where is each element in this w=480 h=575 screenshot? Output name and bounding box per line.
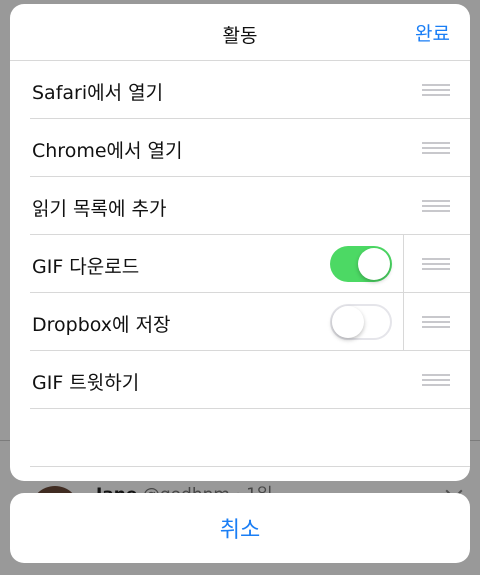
- download-gif-toggle[interactable]: [330, 246, 392, 282]
- activity-row-chrome: Chrome에서 열기: [30, 119, 470, 177]
- reorder-icon[interactable]: [422, 84, 450, 96]
- row-label: Safari에서 열기: [32, 82, 164, 104]
- reorder-icon[interactable]: [422, 200, 450, 212]
- row-label: 읽기 목록에 추가: [32, 198, 167, 220]
- row-label: Dropbox에 저장: [32, 314, 171, 336]
- reorder-icon[interactable]: [422, 142, 450, 154]
- divider: [403, 235, 404, 292]
- row-label: GIF 다운로드: [32, 256, 140, 278]
- row-label: GIF 트윗하기: [32, 372, 140, 394]
- toggle-knob: [332, 306, 364, 338]
- divider: [403, 293, 404, 350]
- reorder-icon[interactable]: [422, 316, 450, 328]
- activity-sheet: 활동 완료 Safari에서 열기 Chrome에서 열기 읽기 목록에 추가 …: [10, 4, 470, 481]
- activity-row-dropbox: Dropbox에 저장: [30, 293, 470, 351]
- row-label: Chrome에서 열기: [32, 140, 183, 162]
- activity-row-reading-list: 읽기 목록에 추가: [30, 177, 470, 235]
- toggle-knob: [358, 248, 390, 280]
- reorder-icon[interactable]: [422, 374, 450, 386]
- cancel-button[interactable]: 취소: [10, 493, 470, 563]
- empty-row: [30, 409, 470, 467]
- reorder-icon[interactable]: [422, 258, 450, 270]
- activity-row-download-gif: GIF 다운로드: [30, 235, 470, 293]
- activity-row-safari: Safari에서 열기: [30, 61, 470, 119]
- activity-row-tweet-gif: GIF 트윗하기: [30, 351, 470, 409]
- sheet-header: 활동 완료: [10, 4, 470, 61]
- sheet-title: 활동: [222, 25, 258, 47]
- dropbox-toggle[interactable]: [330, 304, 392, 340]
- done-button[interactable]: 완료: [415, 19, 450, 46]
